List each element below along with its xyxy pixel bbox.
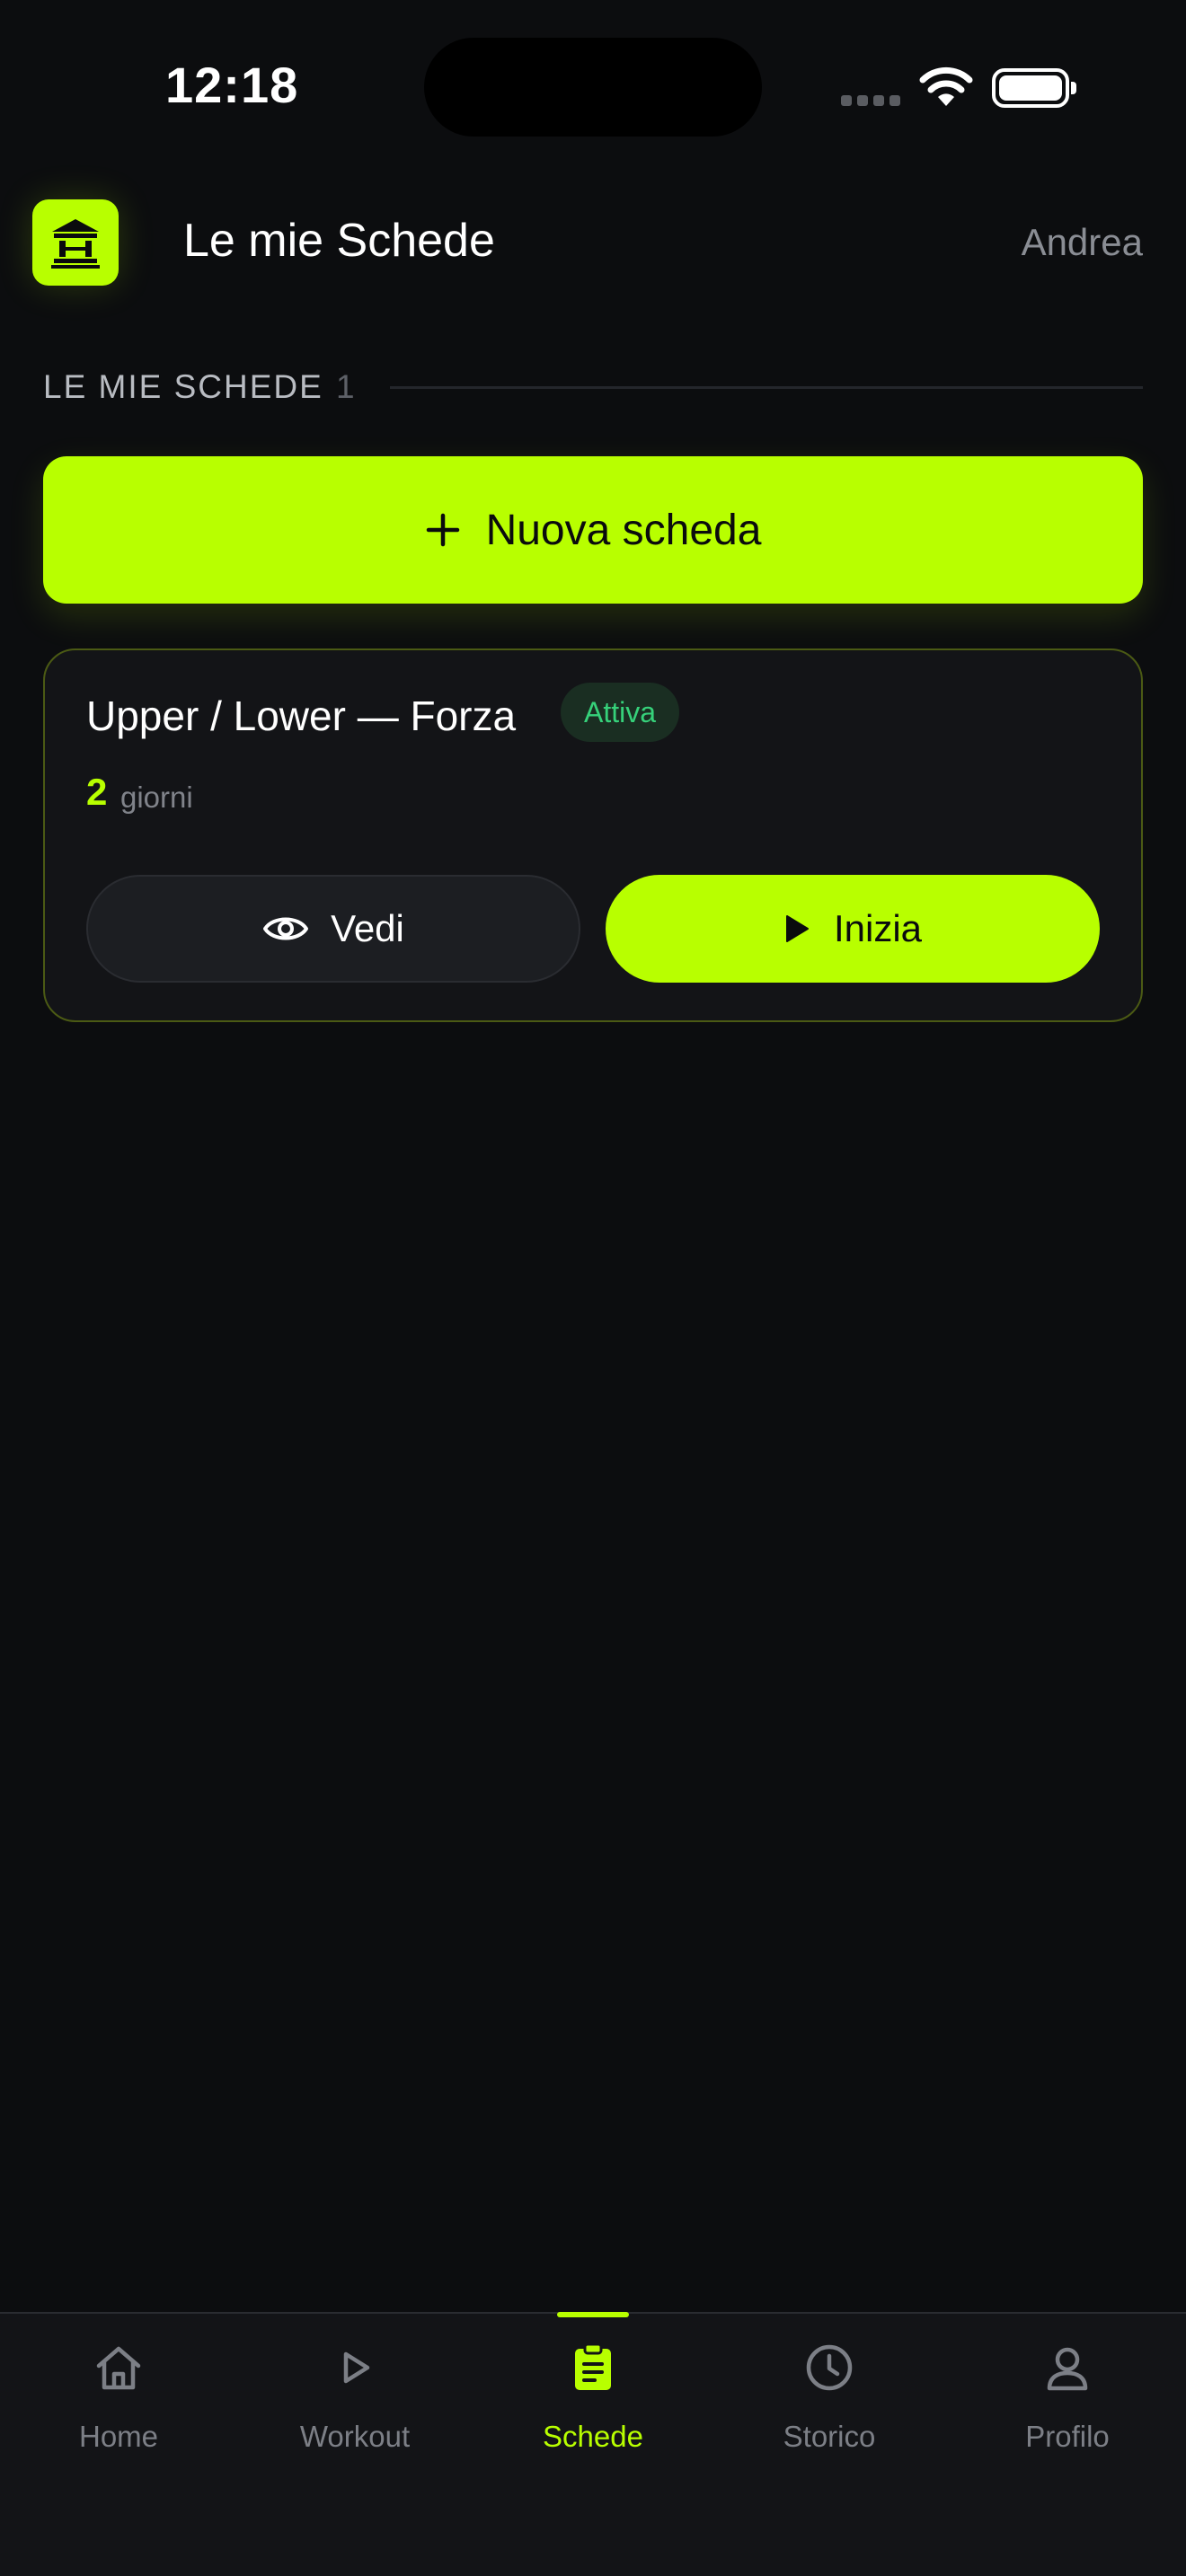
status-badge-label: Attiva	[584, 695, 657, 728]
clock-icon	[806, 2344, 853, 2391]
tab-workout-label: Workout	[299, 2420, 411, 2453]
new-plan-button[interactable]: Nuova scheda	[43, 456, 1143, 604]
tab-storico-label: Storico	[783, 2420, 876, 2453]
gym-building-icon	[32, 199, 119, 286]
new-plan-label: Nuova scheda	[485, 506, 762, 554]
plus-icon	[426, 513, 459, 547]
tab-storico[interactable]: Storico	[730, 2339, 928, 2474]
tab-home-label: Home	[78, 2420, 159, 2453]
plan-name: Upper / Lower — Forza	[86, 693, 517, 739]
screen: 12:18 Le mie Schede Andrea LE MIE SCHEDE…	[0, 0, 1186, 2576]
play-icon	[343, 2351, 370, 2384]
tab-profilo-label: Profilo	[1025, 2420, 1110, 2453]
plan-card[interactable]: Upper / Lower — Forza Attiva 2 giorni Ve…	[43, 648, 1143, 1022]
tab-workout[interactable]: Workout	[256, 2339, 454, 2474]
tab-schede-label: Schede	[543, 2420, 643, 2453]
play-icon	[785, 915, 809, 942]
user-name[interactable]: Andrea	[1022, 221, 1143, 264]
section-label: LE MIE SCHEDE	[43, 368, 323, 405]
dynamic-island	[424, 38, 762, 137]
start-plan-label: Inizia	[833, 907, 923, 949]
user-icon	[1047, 2347, 1088, 2391]
home-icon	[96, 2346, 141, 2390]
status-badge: Attiva	[561, 683, 680, 742]
status-time: 12:18	[165, 57, 299, 113]
days-label: giorni	[120, 781, 193, 814]
cellular-signal-icon	[841, 95, 900, 106]
eye-icon	[263, 917, 309, 940]
view-plan-label: Vedi	[331, 907, 404, 949]
tab-schede[interactable]: Schede	[494, 2339, 692, 2474]
battery-icon	[992, 68, 1076, 108]
wifi-icon	[919, 66, 973, 106]
tab-profilo[interactable]: Profilo	[969, 2339, 1166, 2474]
tab-home[interactable]: Home	[20, 2339, 217, 2474]
section-divider	[390, 386, 1143, 389]
start-plan-button[interactable]: Inizia	[606, 875, 1100, 983]
section-count: 1	[336, 368, 355, 405]
active-tab-indicator	[557, 2312, 629, 2317]
days-count: 2	[86, 771, 108, 813]
page-title: Le mie Schede	[183, 215, 495, 267]
clipboard-icon	[575, 2342, 611, 2390]
view-plan-button[interactable]: Vedi	[86, 875, 580, 983]
